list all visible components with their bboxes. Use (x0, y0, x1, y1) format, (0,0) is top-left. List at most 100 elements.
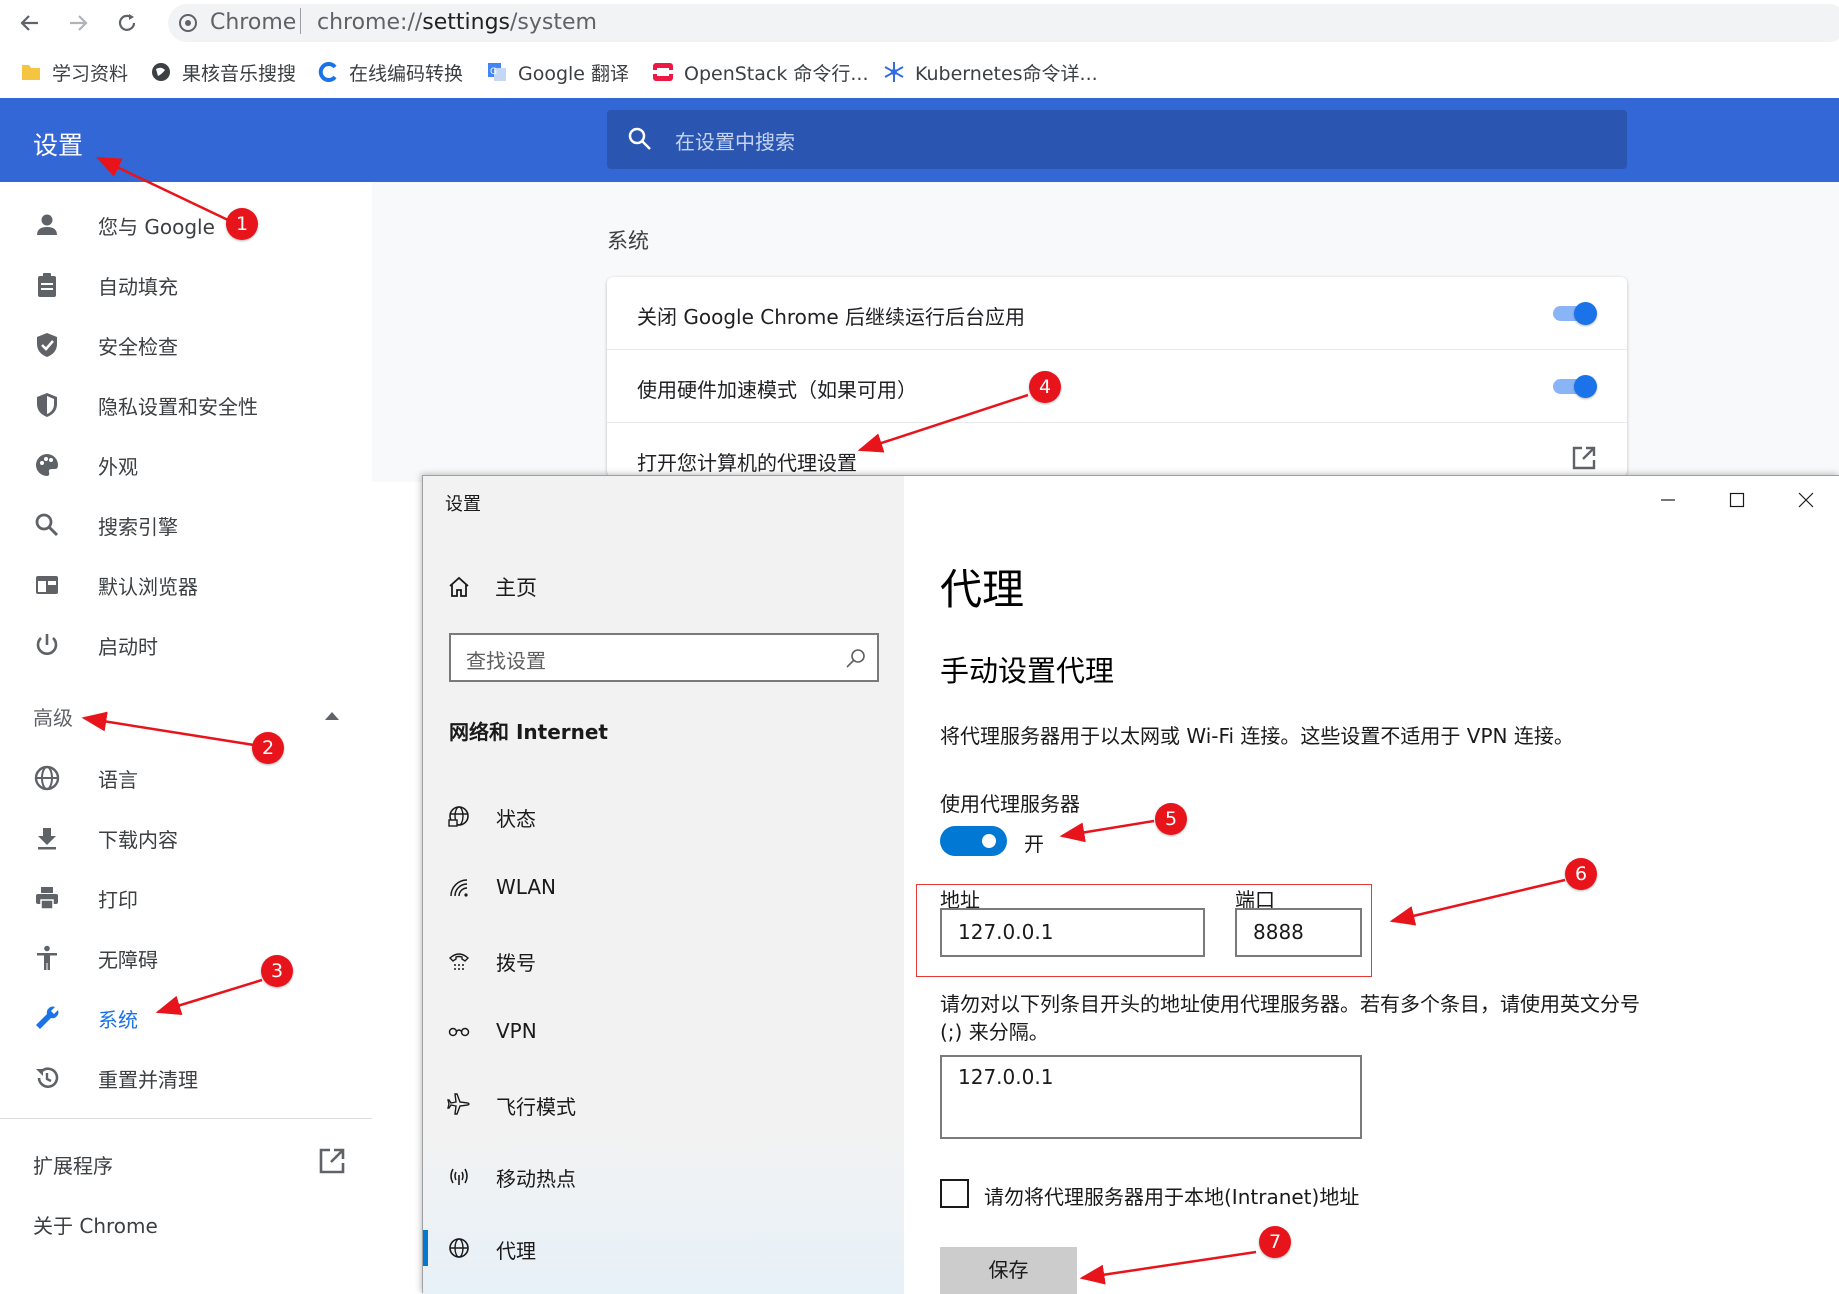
bookmark-music[interactable]: 果核音乐搜搜 (150, 58, 296, 86)
sidebar-item-downloads[interactable]: 下载内容 (0, 812, 372, 862)
sidebar-item-accessibility[interactable]: 无障碍 (0, 932, 372, 982)
sidebar-item-safety-check[interactable]: 安全检查 (0, 319, 372, 369)
chrome-site-icon (179, 14, 197, 32)
bookmark-kubernetes[interactable]: Kubernetes命令详... (883, 58, 1098, 86)
person-icon (37, 214, 57, 235)
svg-text:G: G (490, 67, 497, 77)
nav-item-label: VPN (496, 1019, 537, 1043)
back-button[interactable] (13, 6, 47, 40)
close-icon (1798, 492, 1814, 508)
sidebar-item-label: 重置并清理 (98, 1068, 198, 1092)
airplane-icon (447, 1093, 470, 1115)
url-scheme: chrome:// (317, 10, 423, 35)
sidebar-item-label: 隐私设置和安全性 (98, 395, 258, 419)
sidebar-item-autofill[interactable]: 自动填充 (0, 259, 372, 309)
annotation-badge-7: 7 (1259, 1226, 1291, 1258)
reload-button[interactable] (110, 6, 144, 40)
hotspot-icon (450, 1168, 468, 1185)
bookmark-folder-study[interactable]: 学习资料 (20, 58, 128, 86)
bookmark-google-translate[interactable]: G Google 翻译 (486, 58, 629, 86)
bookmark-label: 果核音乐搜搜 (182, 62, 297, 85)
url-text[interactable]: chrome://settings/system (317, 10, 597, 35)
sidebar-item-system[interactable]: 系统 (0, 992, 372, 1042)
hardware-acceleration-row[interactable]: 使用硬件加速模式（如果可用） (607, 350, 1627, 423)
bookmark-label: OpenStack 命令行... (684, 62, 869, 85)
save-button[interactable]: 保存 (940, 1247, 1077, 1294)
sidebar-item-default-browser[interactable]: 默认浏览器 (0, 559, 372, 609)
omnibox-separator (300, 8, 301, 34)
annotation-badge-6: 6 (1565, 858, 1597, 890)
nav-home[interactable]: 主页 (447, 571, 537, 603)
forward-arrow-icon (70, 15, 88, 31)
bookmark-label: 在线编码转换 (349, 62, 464, 85)
sidebar-item-appearance[interactable]: 外观 (0, 439, 372, 489)
chevron-up-icon[interactable] (325, 712, 339, 720)
nav-item-dialup[interactable]: 拨号 (423, 932, 904, 988)
status-globe-icon (448, 806, 469, 827)
background-apps-toggle[interactable] (1553, 302, 1597, 325)
annotation-badge-4: 4 (1029, 371, 1061, 403)
forward-button[interactable] (61, 6, 95, 40)
nav-item-mobile-hotspot[interactable]: 移动热点 (423, 1148, 904, 1204)
external-link-icon[interactable] (318, 1147, 346, 1175)
sidebar-divider (0, 1118, 372, 1119)
find-setting-input[interactable]: 查找设置 (449, 633, 879, 682)
close-button[interactable] (1772, 476, 1839, 524)
sidebar-item-label: 默认浏览器 (98, 575, 198, 599)
proxy-address-input[interactable]: 127.0.0.1 (940, 908, 1205, 957)
sidebar-item-label: 下载内容 (98, 828, 178, 852)
sidebar-item-on-startup[interactable]: 启动时 (0, 619, 372, 669)
vpn-icon (448, 1027, 470, 1037)
maximize-button[interactable] (1703, 476, 1771, 524)
sidebar-item-reset[interactable]: 重置并清理 (0, 1052, 372, 1102)
bookmark-encoding[interactable]: 在线编码转换 (317, 58, 463, 86)
nav-item-label: 移动热点 (496, 1167, 576, 1191)
background-apps-row[interactable]: 关闭 Google Chrome 后继续运行后台应用 (607, 277, 1627, 350)
sidebar-item-about-chrome[interactable]: 关于 Chrome (33, 1210, 158, 1239)
nav-item-vpn[interactable]: VPN (423, 1004, 904, 1060)
sidebar-item-label: 语言 (98, 768, 138, 792)
reload-icon (118, 14, 136, 31)
bypass-local-label[interactable]: 请勿将代理服务器用于本地(Intranet)地址 (984, 1181, 1359, 1210)
power-icon (36, 634, 58, 655)
bookmark-label: Google 翻译 (518, 62, 630, 85)
use-proxy-toggle[interactable] (940, 826, 1007, 856)
sidebar-item-languages[interactable]: 语言 (0, 752, 372, 802)
windows-settings-window: 设置 主页 查找设置 网络和 Internet 状态 WLAN 拨号 VPN 飞… (422, 475, 1839, 1294)
sidebar-item-label: 打印 (98, 888, 138, 912)
home-icon (449, 576, 469, 597)
maximize-icon (1729, 492, 1745, 508)
minimize-button[interactable] (1634, 476, 1702, 524)
search-icon (846, 649, 865, 668)
wifi-icon (450, 879, 468, 897)
annotation-badge-1: 1 (226, 208, 258, 240)
nav-item-airplane-mode[interactable]: 飞行模式 (423, 1076, 904, 1132)
use-proxy-state: 开 (1024, 832, 1044, 856)
nav-item-status[interactable]: 状态 (423, 788, 904, 844)
row-label: 关闭 Google Chrome 后继续运行后台应用 (637, 305, 1026, 329)
sidebar-item-printing[interactable]: 打印 (0, 872, 372, 922)
nav-item-label: 代理 (496, 1239, 536, 1263)
sidebar-item-search-engine[interactable]: 搜索引擎 (0, 499, 372, 549)
sidebar-item-extensions[interactable]: 扩展程序 (33, 1150, 113, 1179)
accessibility-icon (37, 945, 57, 970)
bookmark-openstack[interactable]: OpenStack 命令行... (652, 58, 869, 86)
sidebar-item-privacy[interactable]: 隐私设置和安全性 (0, 379, 372, 429)
advanced-section-toggle[interactable]: 高级 (33, 702, 73, 731)
nav-item-label: 拨号 (496, 951, 536, 975)
proxy-port-input[interactable]: 8888 (1235, 908, 1362, 957)
search-icon (35, 513, 59, 537)
bypass-local-checkbox[interactable] (940, 1179, 969, 1208)
hardware-acceleration-toggle[interactable] (1553, 375, 1597, 398)
url-path: /system (510, 10, 597, 35)
row-label: 打开您计算机的代理设置 (637, 451, 857, 475)
nav-item-wlan[interactable]: WLAN (423, 860, 904, 916)
sidebar-item-label: 自动填充 (98, 275, 178, 299)
nav-item-proxy[interactable]: 代理 (423, 1220, 904, 1276)
exclusions-input[interactable]: 127.0.0.1 (940, 1055, 1362, 1139)
external-link-icon[interactable] (1571, 445, 1597, 471)
sidebar-item-you-and-google[interactable]: 您与 Google (0, 199, 372, 249)
settings-search-input[interactable]: 在设置中搜索 (607, 110, 1627, 169)
dialup-icon (448, 953, 470, 970)
globe-icon (152, 63, 170, 81)
